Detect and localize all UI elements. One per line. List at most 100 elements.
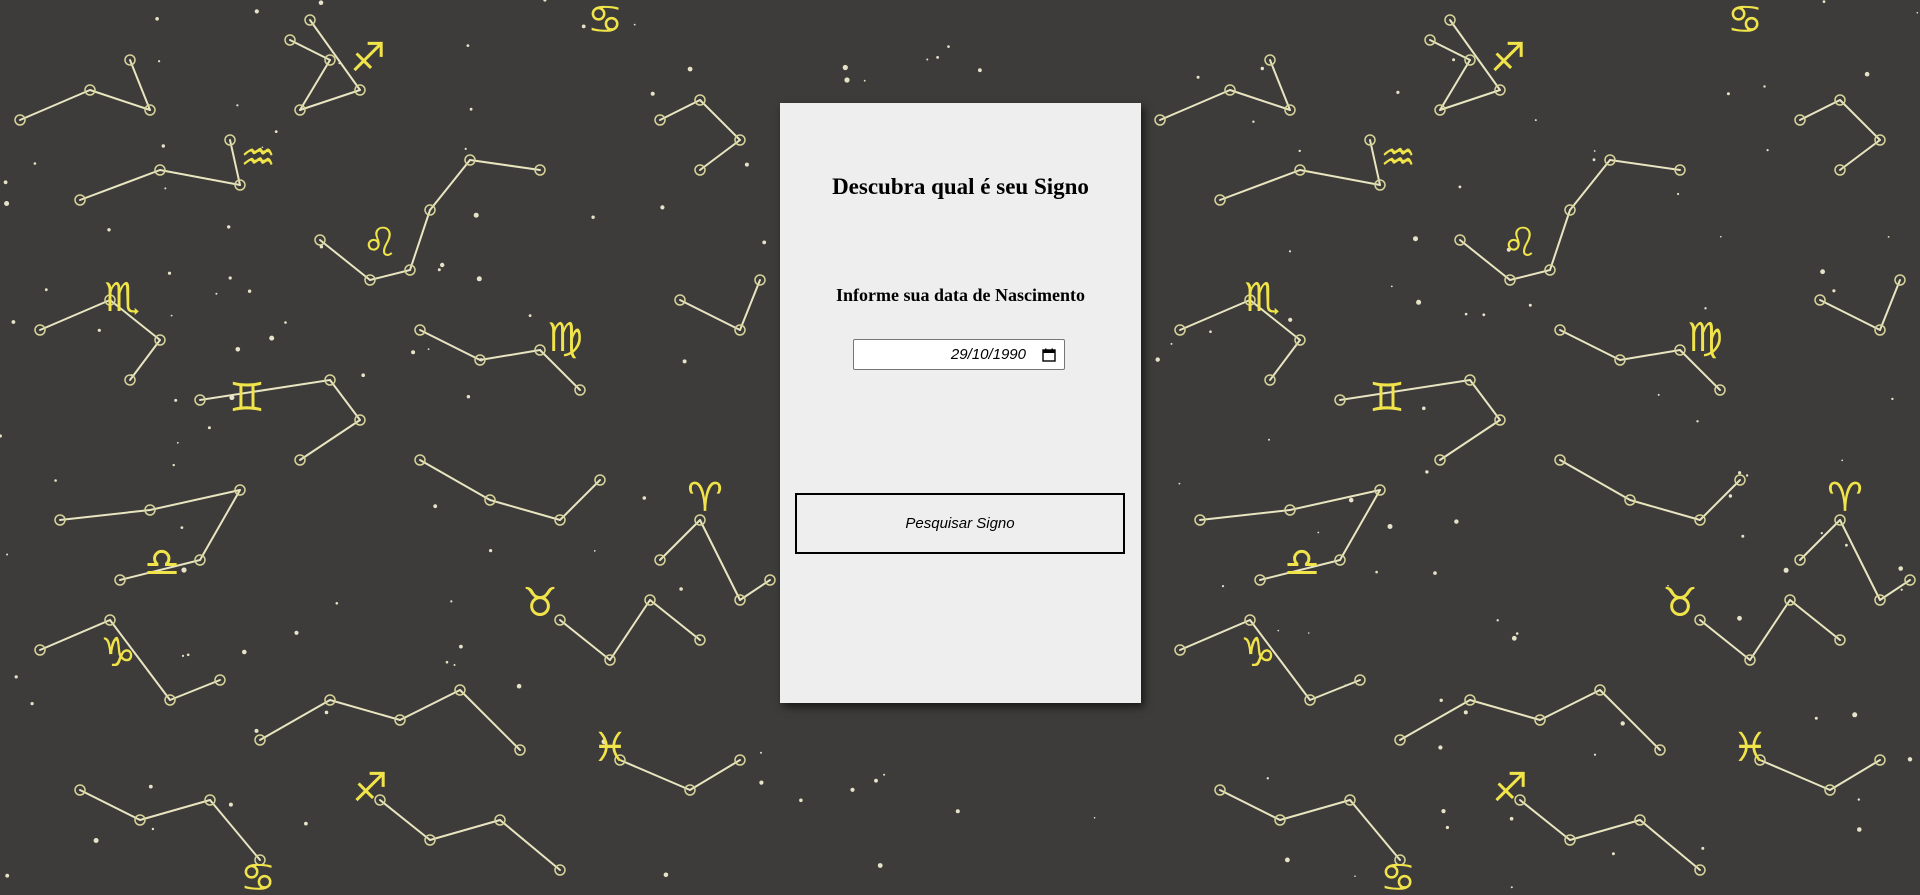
- star-dot: [1620, 721, 1625, 726]
- star-dot: [338, 62, 341, 65]
- star-dot: [1891, 397, 1894, 401]
- star-dot: [1738, 471, 1742, 475]
- star-dot: [844, 77, 850, 83]
- star-dot: [130, 374, 133, 377]
- star-dot: [476, 276, 482, 282]
- star-dot: [1288, 250, 1292, 253]
- star-dot: [1814, 716, 1818, 720]
- star-dot: [235, 347, 241, 352]
- star-dot: [1593, 150, 1596, 152]
- star-dot: [1898, 566, 1903, 571]
- star-dot: [1221, 585, 1225, 588]
- star-dot: [181, 567, 187, 573]
- zodiac-glyph-icon: ♒: [240, 135, 276, 181]
- star-dot: [97, 328, 101, 332]
- star-dot: [1260, 66, 1265, 71]
- zodiac-glyph-icon: ♌: [1502, 220, 1538, 266]
- star-dot: [955, 809, 960, 814]
- star-dot: [1857, 798, 1861, 801]
- star-dot: [591, 215, 595, 219]
- star-dot: [254, 9, 259, 14]
- zodiac-glyph-icon: ♉: [1662, 580, 1698, 626]
- star-dot: [318, 0, 324, 5]
- star-dot: [1728, 494, 1733, 498]
- zodiac-glyph-icon: ♓: [592, 725, 628, 771]
- star-dot: [176, 441, 179, 444]
- star-dot: [1439, 698, 1443, 702]
- zodiac-glyph-icon: ♋: [587, 0, 623, 43]
- zodiac-glyph-icon: ♑: [100, 630, 136, 676]
- star-dot: [473, 212, 479, 218]
- star-dot: [304, 821, 308, 826]
- star-dot: [1515, 632, 1519, 635]
- star-dot: [874, 778, 878, 783]
- zodiac-glyph-icon: ♊: [1369, 375, 1405, 421]
- zodiac-glyph-icon: ♑: [1240, 630, 1276, 676]
- star-dot: [93, 838, 99, 843]
- star-dot: [1657, 393, 1660, 396]
- star-dot: [744, 162, 749, 167]
- star-dot: [274, 130, 278, 134]
- star-dot: [11, 320, 16, 324]
- calendar-icon[interactable]: [1042, 348, 1056, 362]
- star-dot: [1852, 712, 1858, 718]
- star-dot: [516, 683, 522, 689]
- star-dot: [44, 288, 48, 292]
- star-dot: [151, 827, 155, 831]
- star-dot: [1344, 684, 1347, 687]
- star-dot: [1422, 406, 1426, 411]
- star-dot: [14, 675, 18, 679]
- star-dot: [1433, 571, 1437, 575]
- star-dot: [1528, 303, 1532, 307]
- star-dot: [663, 872, 669, 878]
- star-dot: [466, 44, 470, 47]
- star-dot: [361, 373, 366, 378]
- star-dot: [1864, 71, 1870, 77]
- zodiac-glyph-icon: ♍: [1687, 315, 1723, 361]
- star-dot: [1841, 459, 1844, 462]
- star-dot: [172, 463, 175, 467]
- star-dot: [1387, 524, 1393, 529]
- star-dot: [1745, 474, 1749, 477]
- star-dot: [161, 144, 165, 148]
- star-dot: [186, 653, 190, 657]
- star-dot: [6, 553, 9, 556]
- star-dot: [1509, 816, 1514, 821]
- star-dot: [469, 107, 473, 111]
- star-dot: [1178, 482, 1181, 485]
- star-dot: [1452, 58, 1456, 62]
- star-dot: [227, 225, 231, 229]
- star-dot: [284, 321, 287, 324]
- star-dot: [936, 56, 939, 59]
- star-dot: [947, 45, 950, 48]
- zodiac-glyph-icon: ♎: [144, 540, 180, 586]
- birthdate-input[interactable]: 29/10/1990: [853, 339, 1065, 370]
- star-dot: [207, 426, 211, 430]
- star-dot: [1820, 532, 1823, 535]
- star-dot: [1496, 619, 1499, 622]
- star-dot: [1741, 534, 1745, 538]
- zodiac-glyph-icon: ♋: [1380, 855, 1416, 895]
- search-sign-button[interactable]: Pesquisar Signo: [795, 493, 1125, 554]
- star-dot: [294, 630, 299, 635]
- star-dot: [1737, 615, 1742, 621]
- star-dot: [642, 496, 647, 500]
- star-dot: [528, 314, 532, 317]
- star-dot: [679, 587, 683, 591]
- star-dot: [877, 863, 883, 868]
- star-dot: [1196, 75, 1200, 79]
- star-dot: [1510, 886, 1513, 889]
- star-dot: [4, 201, 10, 206]
- star-dot: [1720, 235, 1722, 238]
- star-dot: [464, 147, 467, 150]
- star-dot: [1511, 635, 1517, 641]
- star-dot: [450, 600, 453, 603]
- zodiac-glyph-icon: ♊: [229, 375, 265, 421]
- star-dot: [581, 24, 586, 29]
- star-dot: [1900, 588, 1903, 591]
- star-dot: [1845, 543, 1848, 547]
- star-dot: [33, 162, 37, 165]
- star-dot: [1763, 85, 1766, 88]
- star-dot: [1155, 357, 1160, 362]
- star-dot: [5, 873, 10, 878]
